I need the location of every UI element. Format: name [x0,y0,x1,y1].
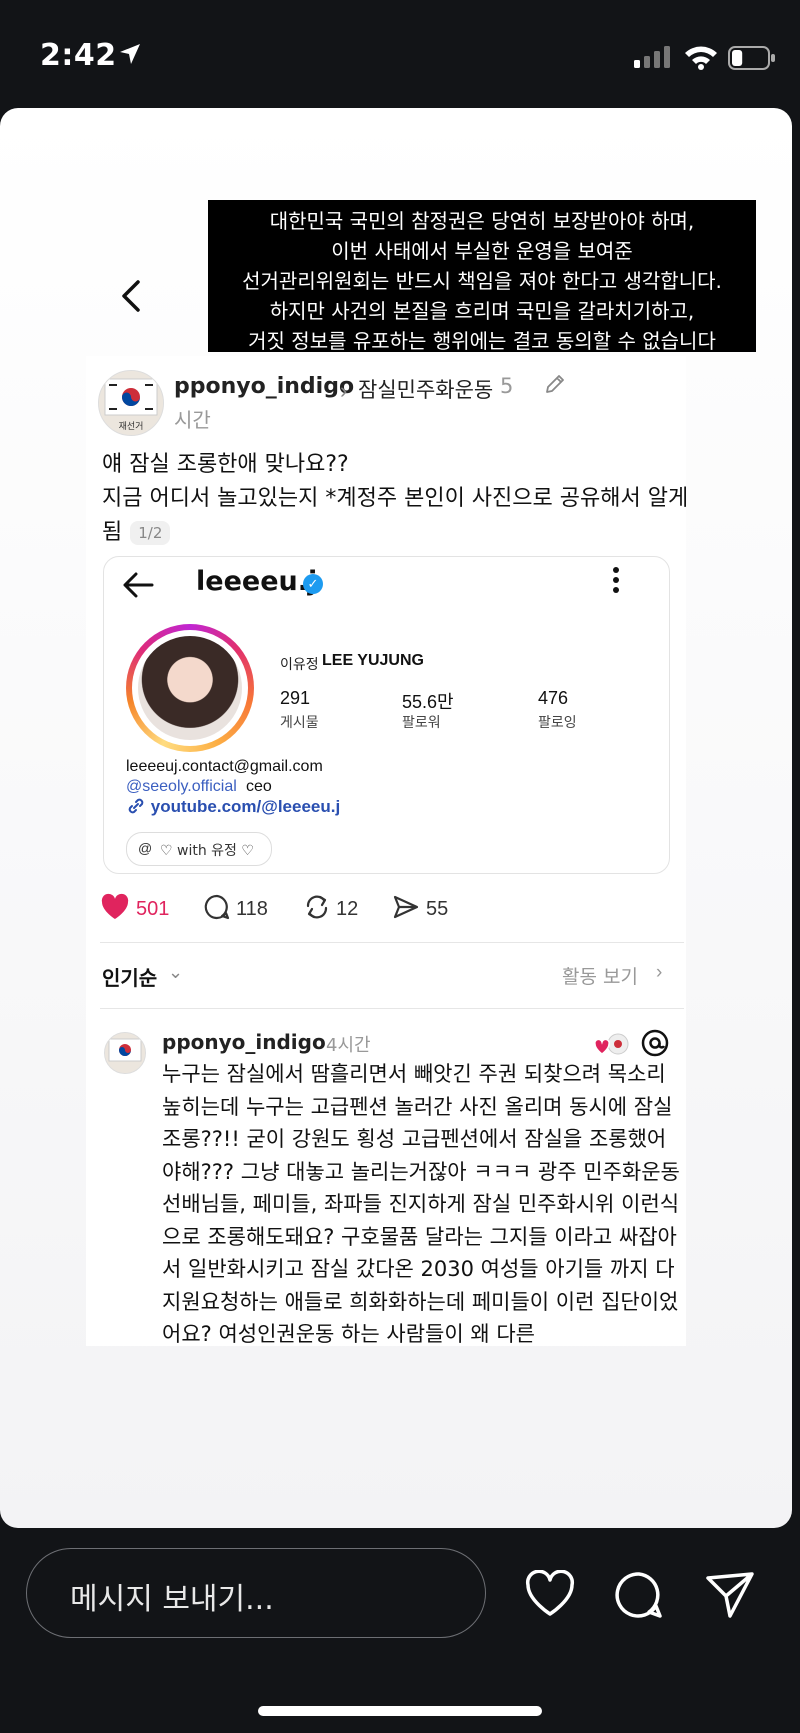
profile-name-korean: 이유정 [280,657,319,673]
stat-followers-label: 팔로워 [402,715,441,731]
back-chevron-icon[interactable] [112,276,152,316]
post-body-line: 얘 잠실 조롱한애 맞나요?? [102,452,349,477]
profile-username: leeeeu.j [196,566,318,597]
send-icon[interactable] [704,1570,756,1620]
profile-photo [138,636,242,740]
link-icon [128,798,144,814]
stat-following-label: 팔로잉 [538,715,577,731]
wifi-icon [685,46,717,70]
reply-time: 4시간 [326,1035,371,1056]
heart-icon[interactable] [524,1570,576,1618]
threads-chip-text: ♡ with 유정 ♡ [160,843,254,859]
caption-line: 하지만 사건의 본질을 흐리며 국민을 갈라치기하고, [269,299,695,323]
like-count: 501 [136,898,170,920]
battery-fill [732,50,743,66]
profile-name-english: LEE YUJUNG [322,652,424,669]
post-body-line: 지금 어디서 놀고있는지 *계정주 본인이 사진으로 공유해서 알게 [102,486,689,511]
stat-posts-value: 291 [280,688,311,708]
share-count: 55 [426,898,449,920]
pencil-icon[interactable] [543,372,567,396]
post-time-number: 5 [500,374,514,398]
back-arrow-icon [123,572,154,598]
status-time: 2:42 [40,38,117,73]
profile-link: youtube.com/@leeeeu.j [126,796,340,817]
repost-count: 12 [336,898,359,920]
divider [100,942,684,943]
view-activity-link[interactable]: 활동 보기 [562,962,638,989]
location-arrow-icon [120,44,140,64]
like-heart-icon[interactable] [100,893,130,921]
threads-logo-icon[interactable] [640,1028,670,1058]
liked-by-author-icon [594,1033,629,1055]
profile-mention: @seeoly.official [126,778,237,795]
avatar-text: 재선거 [119,421,144,432]
caption-line: 거짓 정보를 유포하는 행위에는 결코 동의할 수 없습니다 [248,329,716,353]
chevron-down-icon: ⌄ [168,962,184,982]
stat-followers-value: 55.6만 [402,692,454,712]
threads-logo-icon: @ [138,840,153,856]
cellular-signal-icon [634,46,670,68]
send-message-placeholder: 메시지 보내기... [70,1582,274,1617]
chevron-right-icon: › [656,962,663,983]
repost-icon[interactable] [302,893,332,921]
caption-line: 이번 사태에서 부실한 운영을 보여준 [331,239,633,263]
avatar[interactable]: 재선거 [98,370,164,436]
verified-badge-icon: ✓ [303,574,323,594]
profile-email: leeeeuj.contact@gmail.com [126,758,323,775]
reply-bubble-icon[interactable] [614,1570,664,1620]
reply-username[interactable]: pponyo_indigo [162,1030,326,1054]
flag-avatar-icon: 재선거 [99,371,163,435]
battery-icon [728,46,775,70]
reply-avatar[interactable] [104,1032,146,1074]
profile-role: ceo [246,778,272,795]
post-username[interactable]: pponyo_indigo [174,374,354,399]
community-name[interactable]: 잠실민주화운동 [358,374,493,404]
reply-body: 누구는 잠실에서 땀흘리면서 빼앗긴 주권 되찾으려 목소리 높히는데 누구는 … [162,1062,680,1344]
flag-avatar-icon [105,1033,145,1073]
story-caption: 대한민국 국민의 참정권은 당연히 보장받아야 하며, 이번 사태에서 부실한 … [208,200,756,353]
caption-line: 대한민국 국민의 참정권은 당연히 보장받아야 하며, [269,209,695,233]
post-time-unit: 시간 [174,408,211,432]
home-indicator[interactable] [258,1706,542,1716]
comment-icon[interactable] [203,893,231,921]
sort-dropdown[interactable]: 인기순 [102,962,157,991]
post-body-line-wrap: 됨 1/2 [102,516,682,550]
comment-count: 118 [236,898,268,920]
more-options-icon [612,566,620,594]
share-icon[interactable] [392,893,420,921]
caption-line: 선거관리위원회는 반드시 책임을 져야 한다고 생각합니다. [242,269,722,293]
profile-link-text: youtube.com/@leeeeu.j [150,797,341,816]
post-body-line: 됨 [102,520,123,545]
chevron-right-icon: › [340,378,348,403]
stat-posts-label: 게시물 [280,715,319,731]
post-body: 얘 잠실 조롱한애 맞나요?? 지금 어디서 놀고있는지 *계정주 본인이 사진… [102,448,689,550]
divider [100,1008,684,1009]
image-pager: 1/2 [130,521,171,545]
stat-following-value: 476 [538,688,569,708]
